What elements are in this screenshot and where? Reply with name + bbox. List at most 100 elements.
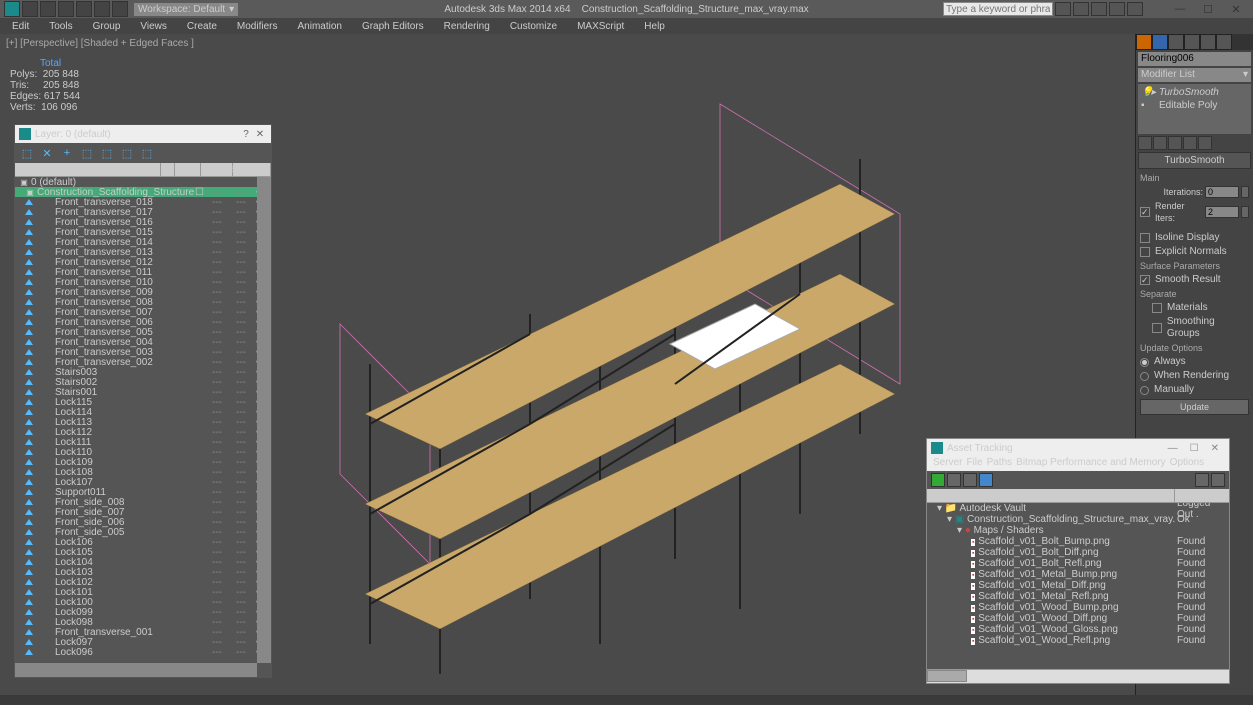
layer-row[interactable]: Front_transverse_001------👁 — [15, 627, 271, 637]
layer-row[interactable]: Lock096------👁 — [15, 647, 271, 657]
layer-row[interactable]: Front_side_007------👁 — [15, 507, 271, 517]
tree-view-icon[interactable] — [947, 473, 961, 487]
undo-icon[interactable] — [76, 1, 92, 17]
close-icon[interactable]: ✕ — [253, 129, 267, 140]
dropdown-icon[interactable] — [1127, 2, 1143, 16]
vertical-scrollbar[interactable] — [257, 177, 271, 663]
search-icon[interactable] — [1055, 2, 1071, 16]
workspace-dropdown[interactable]: Workspace: Default▾ — [134, 3, 238, 16]
viewport-label[interactable]: [+] [Perspective] [Shaded + Edged Faces … — [6, 38, 194, 49]
close-button[interactable]: ✕ — [1223, 1, 1249, 17]
layer-row[interactable]: ▣0 (default) — [15, 177, 271, 187]
exchange-icon[interactable] — [1109, 2, 1125, 16]
modifier-list-dropdown[interactable]: Modifier List▾ — [1138, 68, 1251, 82]
app-icon[interactable] — [4, 1, 20, 17]
highlight-selected-icon[interactable]: ⬚ — [99, 145, 115, 161]
layer-row[interactable]: Lock114------👁 — [15, 407, 271, 417]
layer-row[interactable]: Lock103------👁 — [15, 567, 271, 577]
layer-row[interactable]: Lock104------👁 — [15, 557, 271, 567]
iterations-spinner[interactable]: 0 — [1205, 186, 1239, 198]
layer-row[interactable]: Stairs001------👁 — [15, 387, 271, 397]
tab-hierarchy[interactable] — [1168, 34, 1184, 50]
redo-icon[interactable] — [94, 1, 110, 17]
layer-row[interactable]: Lock107------👁 — [15, 477, 271, 487]
open-icon[interactable] — [40, 1, 56, 17]
minimize-button[interactable]: — — [1167, 1, 1193, 17]
layer-row[interactable]: Front_transverse_011------👁 — [15, 267, 271, 277]
modifier-stack[interactable]: 💡▸TurboSmooth ▪Editable Poly — [1138, 84, 1251, 134]
menu-options[interactable]: Options — [1170, 457, 1204, 471]
close-icon[interactable]: ✕ — [1205, 443, 1225, 454]
layer-row[interactable]: Lock105------👁 — [15, 547, 271, 557]
add-to-layer-icon[interactable]: + — [59, 145, 75, 161]
menu-rendering[interactable]: Rendering — [436, 21, 498, 32]
layer-row[interactable]: Front_transverse_008------👁 — [15, 297, 271, 307]
layer-row[interactable]: Front_transverse_015------👁 — [15, 227, 271, 237]
new-icon[interactable] — [22, 1, 38, 17]
layer-row[interactable]: Lock113------👁 — [15, 417, 271, 427]
when-rendering-radio[interactable] — [1140, 372, 1149, 381]
menu-animation[interactable]: Animation — [289, 21, 349, 32]
layer-row[interactable]: Lock098------👁 — [15, 617, 271, 627]
layer-row[interactable]: Front_transverse_014------👁 — [15, 237, 271, 247]
manually-radio[interactable] — [1140, 386, 1149, 395]
layer-row[interactable]: Front_transverse_004------👁 — [15, 337, 271, 347]
maximize-button[interactable]: ☐ — [1195, 1, 1221, 17]
menu-customize[interactable]: Customize — [502, 21, 565, 32]
layer-row[interactable]: Front_transverse_018------👁 — [15, 197, 271, 207]
asset-row[interactable]: ▪ Scaffold_v01_Bolt_Bump.pngFound — [927, 536, 1229, 547]
tab-utilities[interactable] — [1216, 34, 1232, 50]
menu-modifiers[interactable]: Modifiers — [229, 21, 286, 32]
layer-row[interactable]: Front_transverse_003------👁 — [15, 347, 271, 357]
layer-row[interactable]: Front_transverse_017------👁 — [15, 207, 271, 217]
hide-unhide-icon[interactable]: ⬚ — [119, 145, 135, 161]
layer-row[interactable]: Lock106------👁 — [15, 537, 271, 547]
menu-views[interactable]: Views — [132, 21, 175, 32]
link-icon[interactable] — [112, 1, 128, 17]
layer-row[interactable]: Lock115------👁 — [15, 397, 271, 407]
asset-row[interactable]: ▾ ▣ Construction_Scaffolding_Structure_m… — [927, 514, 1229, 525]
layer-row[interactable]: Lock099------👁 — [15, 607, 271, 617]
asset-row[interactable]: ▾ ● Maps / Shaders — [927, 525, 1229, 536]
layer-row[interactable]: Lock109------👁 — [15, 457, 271, 467]
select-highlighted-icon[interactable]: ⬚ — [79, 145, 95, 161]
asset-row[interactable]: ▪ Scaffold_v01_Wood_Gloss.pngFound — [927, 624, 1229, 635]
tab-create[interactable] — [1136, 34, 1152, 50]
menu-bitmap-perf[interactable]: Bitmap Performance and Memory — [1016, 457, 1166, 471]
layer-row[interactable]: Lock111------👁 — [15, 437, 271, 447]
delete-layer-icon[interactable]: ✕ — [39, 145, 55, 161]
layer-row[interactable]: Support011------👁 — [15, 487, 271, 497]
pin-stack-icon[interactable] — [1138, 136, 1152, 150]
layer-row[interactable]: Front_transverse_002------👁 — [15, 357, 271, 367]
asset-row[interactable]: ▪ Scaffold_v01_Metal_Refl.pngFound — [927, 591, 1229, 602]
settings-icon[interactable] — [1211, 473, 1225, 487]
table-view-icon[interactable] — [963, 473, 977, 487]
render-iters-spinner[interactable]: 2 — [1205, 206, 1239, 218]
isoline-checkbox[interactable] — [1140, 233, 1150, 243]
layer-row[interactable]: Front_transverse_016------👁 — [15, 217, 271, 227]
always-radio[interactable] — [1140, 358, 1149, 367]
asset-row[interactable]: ▪ Scaffold_v01_Bolt_Diff.pngFound — [927, 547, 1229, 558]
asset-row[interactable]: ▪ Scaffold_v01_Metal_Diff.pngFound — [927, 580, 1229, 591]
layer-row[interactable]: Lock100------👁 — [15, 597, 271, 607]
materials-checkbox[interactable] — [1152, 303, 1162, 313]
asset-row[interactable]: ▪ Scaffold_v01_Wood_Refl.pngFound — [927, 635, 1229, 646]
rollout-title[interactable]: TurboSmooth — [1138, 152, 1251, 169]
asset-dialog-titlebar[interactable]: Asset Tracking — ☐ ✕ — [927, 439, 1229, 457]
layer-dialog-titlebar[interactable]: Layer: 0 (default) ? ✕ — [15, 125, 271, 143]
tab-modify[interactable] — [1152, 34, 1168, 50]
search-input[interactable] — [943, 2, 1053, 16]
update-button[interactable]: Update — [1140, 399, 1249, 415]
menu-graph-editors[interactable]: Graph Editors — [354, 21, 432, 32]
smoothing-groups-checkbox[interactable] — [1152, 323, 1162, 333]
list-view-icon[interactable] — [979, 473, 993, 487]
asset-row[interactable]: ▪ Scaffold_v01_Wood_Bump.pngFound — [927, 602, 1229, 613]
layer-row[interactable]: Front_transverse_013------👁 — [15, 247, 271, 257]
object-name-field[interactable]: Flooring006 — [1138, 52, 1251, 66]
layer-row[interactable]: Lock108------👁 — [15, 467, 271, 477]
layer-row[interactable]: Front_side_008------👁 — [15, 497, 271, 507]
horizontal-scrollbar[interactable] — [15, 663, 257, 677]
star-icon[interactable] — [1091, 2, 1107, 16]
layer-row[interactable]: Lock102------👁 — [15, 577, 271, 587]
tab-motion[interactable] — [1184, 34, 1200, 50]
